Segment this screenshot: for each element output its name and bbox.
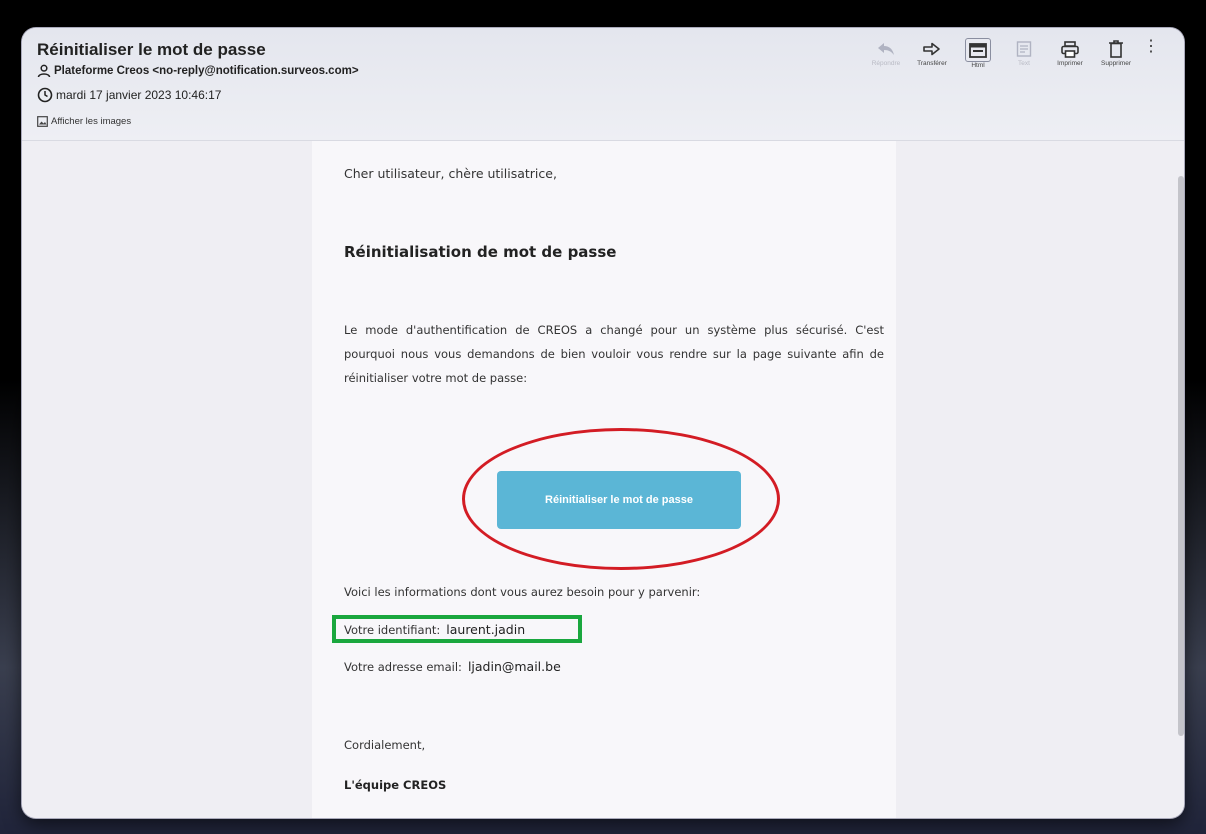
reset-password-button[interactable]: Réinitialiser le mot de passe — [497, 471, 741, 529]
greeting: Cher utilisateur, chère utilisatrice, — [344, 166, 557, 181]
email-header: Réinitialiser le mot de passe Plateforme… — [22, 28, 1184, 141]
body-paragraph: Le mode d'authentification de CREOS a ch… — [344, 323, 884, 385]
email-address-row: Votre adresse email: ljadin@mail.be — [344, 659, 561, 674]
email-heading: Réinitialisation de mot de passe — [344, 243, 617, 261]
reply-label: Répondre — [871, 60, 901, 67]
email-content: Cher utilisateur, chère utilisatrice, Ré… — [312, 141, 896, 818]
email-subject: Réinitialiser le mot de passe — [37, 40, 266, 59]
html-view-button[interactable]: Html — [958, 38, 998, 69]
user-icon — [37, 64, 51, 78]
info-intro: Voici les informations dont vous aurez b… — [344, 585, 701, 599]
reply-button[interactable]: Répondre — [866, 38, 906, 67]
signature: L'équipe CREOS — [344, 778, 447, 792]
text-view-label: Text — [1018, 60, 1030, 67]
date-row: mardi 17 janvier 2023 10:46:17 — [37, 87, 221, 103]
email-viewer-window: Réinitialiser le mot de passe Plateforme… — [22, 28, 1184, 818]
identifier-label: Votre identifiant: — [344, 623, 441, 637]
email-address-value[interactable]: ljadin@mail.be — [468, 659, 561, 674]
printer-icon — [1061, 40, 1079, 58]
scrollbar[interactable] — [1178, 176, 1184, 736]
trash-icon — [1109, 40, 1123, 58]
image-icon — [37, 116, 48, 127]
email-body-area: Cher utilisateur, chère utilisatrice, Ré… — [22, 141, 1184, 818]
identifier-row: Votre identifiant: laurent.jadin — [344, 622, 525, 637]
print-button[interactable]: Imprimer — [1050, 38, 1090, 67]
identifier-value: laurent.jadin — [446, 622, 526, 637]
print-label: Imprimer — [1057, 60, 1083, 67]
delete-button[interactable]: Supprimer — [1096, 38, 1136, 67]
clock-icon — [37, 87, 53, 103]
show-images-label: Afficher les images — [51, 116, 132, 127]
forward-label: Transférer — [917, 60, 947, 67]
closing: Cordialement, — [344, 738, 426, 752]
more-options-icon[interactable]: ⋮ — [1142, 38, 1160, 56]
forward-button[interactable]: Transférer — [912, 38, 952, 67]
text-view-icon — [1016, 41, 1032, 57]
html-view-label: Html — [971, 62, 985, 69]
show-images-link[interactable]: Afficher les images — [37, 116, 131, 127]
html-view-icon — [969, 42, 987, 58]
email-date: mardi 17 janvier 2023 10:46:17 — [56, 88, 222, 102]
text-view-button[interactable]: Text — [1004, 38, 1044, 67]
sender-row: Plateforme Creos <no-reply@notification.… — [37, 64, 359, 78]
reply-icon — [878, 43, 894, 55]
sender[interactable]: Plateforme Creos <no-reply@notification.… — [54, 65, 359, 77]
email-address-label: Votre adresse email: — [344, 660, 462, 674]
forward-icon — [923, 42, 940, 56]
toolbar: Répondre Transférer Html Text Imprimer S… — [860, 38, 1160, 69]
delete-label: Supprimer — [1101, 60, 1131, 67]
